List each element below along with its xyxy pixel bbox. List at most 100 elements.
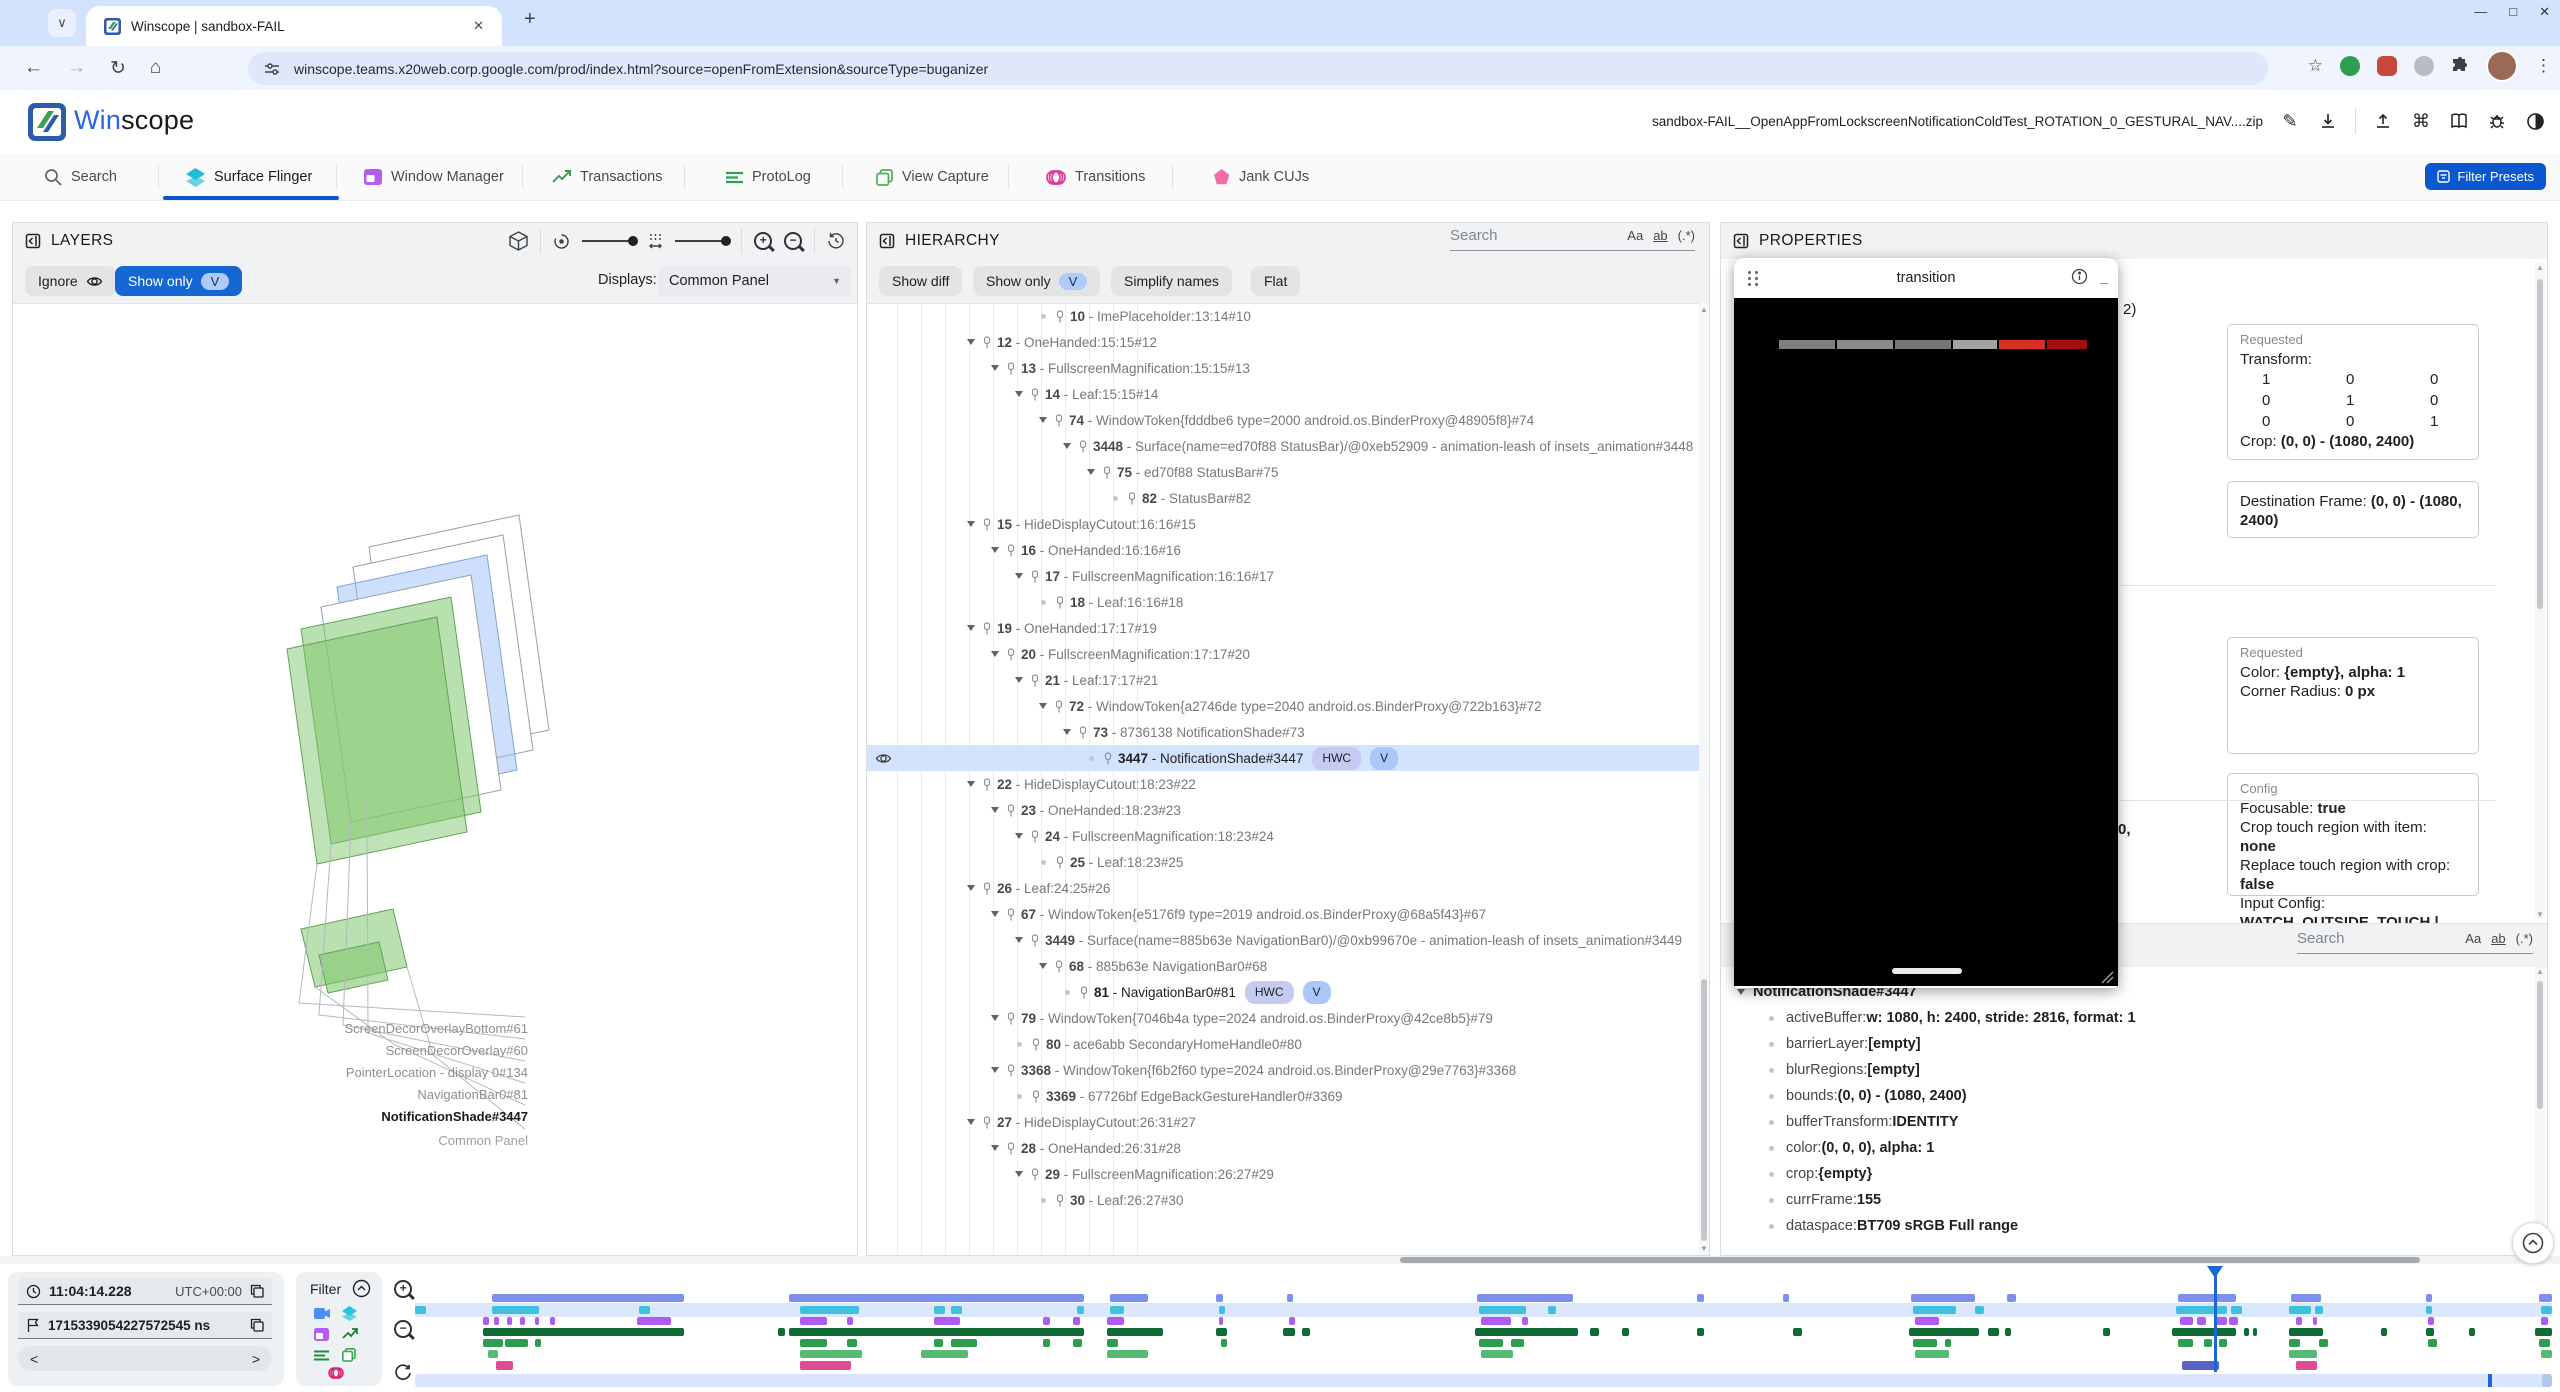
spacing-slider[interactable]	[675, 240, 729, 242]
view-capture-event[interactable]	[488, 1350, 499, 1358]
window-manager-event[interactable]	[483, 1317, 488, 1325]
pin-icon[interactable]	[982, 622, 997, 635]
tree-row-23[interactable]: 23 - OneHanded:18:23#23	[867, 797, 1709, 823]
match-case-toggle[interactable]: Aa	[2465, 931, 2481, 946]
properties-search[interactable]: Search Aaab(.*)	[2297, 930, 2533, 954]
transition-window-header[interactable]: transition _	[1734, 258, 2118, 298]
pin-icon[interactable]	[1102, 466, 1117, 479]
property-row-barrierLayer[interactable]: barrierLayer: [empty]	[1769, 1031, 2547, 1057]
zoom-out-icon[interactable]: −	[784, 232, 802, 250]
transition-overlay-window[interactable]: transition _	[1734, 258, 2118, 988]
trace-tab-search[interactable]: Search	[44, 154, 117, 200]
transactions-event[interactable]	[2426, 1328, 2435, 1336]
window-manager-event[interactable]	[637, 1317, 671, 1325]
window-maximize-icon[interactable]: □	[2509, 4, 2517, 20]
collapse-panel-icon[interactable]	[25, 233, 41, 249]
window-manager-event[interactable]	[2229, 1317, 2238, 1325]
transitions-event[interactable]	[496, 1361, 513, 1370]
next-frame-button[interactable]: >	[252, 1351, 260, 1367]
regex-toggle[interactable]: (.*)	[2516, 931, 2533, 946]
screen-recording-event[interactable]	[2178, 1294, 2236, 1302]
reset-view-icon[interactable]	[827, 232, 845, 250]
pin-icon[interactable]	[982, 1116, 997, 1129]
surface-flinger-trace-icon[interactable]	[342, 1306, 357, 1321]
tab-close-icon[interactable]: ✕	[467, 16, 490, 36]
surface-flinger-event[interactable]	[951, 1306, 962, 1314]
pin-icon[interactable]	[1006, 1142, 1021, 1155]
surface-flinger-event[interactable]	[1077, 1306, 1083, 1314]
browser-menu-icon[interactable]: ⋮	[2535, 56, 2552, 76]
back-icon[interactable]: ←	[24, 57, 43, 79]
tree-row-82[interactable]: 82 - StatusBar#82	[867, 485, 1709, 511]
layers-3d-canvas[interactable]: ScreenDecorOverlayBottom#61ScreenDecorOv…	[13, 303, 857, 1255]
search-options[interactable]: Aaab(.*)	[1627, 228, 1695, 243]
show-only-chip[interactable]: Show only V	[115, 266, 242, 296]
regex-toggle[interactable]: (.*)	[1678, 228, 1695, 243]
pin-icon[interactable]	[1006, 1012, 1021, 1025]
tree-row-67[interactable]: 67 - WindowToken{e5176f9 type=2019 andro…	[867, 901, 1709, 927]
transactions-event[interactable]	[2103, 1328, 2109, 1336]
transitions-dispatch-event[interactable]	[2182, 1361, 2218, 1370]
surface-flinger-event[interactable]	[2176, 1306, 2227, 1314]
trace-tab-jank-cujs[interactable]: Jank CUJs	[1214, 154, 1309, 200]
bookmark-star-icon[interactable]: ☆	[2308, 56, 2323, 76]
surface-flinger-event[interactable]	[2231, 1306, 2242, 1314]
expand-arrow-icon[interactable]	[1015, 573, 1023, 579]
nanosecond-time-input[interactable]: 1715339054227572545 ns	[18, 1312, 272, 1339]
resize-handle-icon[interactable]	[2100, 970, 2114, 984]
view-capture-event[interactable]	[921, 1350, 968, 1358]
transactions-event[interactable]	[1697, 1328, 1703, 1336]
properties-tree-scrollbar[interactable]: ▲	[2535, 967, 2545, 1255]
home-icon[interactable]: ⌂	[150, 57, 161, 79]
extensions-puzzle-icon[interactable]	[2451, 57, 2469, 75]
screen-recording-event[interactable]	[1216, 1294, 1222, 1302]
transactions-event[interactable]	[2469, 1328, 2475, 1336]
displays-select[interactable]: Common Panel ▼	[659, 266, 851, 296]
view-capture-trace-icon[interactable]	[342, 1348, 356, 1362]
protolog-event[interactable]	[951, 1339, 977, 1347]
tree-row-25[interactable]: 25 - Leaf:18:23#25	[867, 849, 1709, 875]
tree-row-26[interactable]: 26 - Leaf:24:25#26	[867, 875, 1709, 901]
transactions-event[interactable]	[1988, 1328, 1999, 1336]
surface-flinger-event[interactable]	[1913, 1306, 1956, 1314]
view-capture-event[interactable]	[1107, 1350, 1148, 1358]
expand-arrow-icon[interactable]	[991, 547, 999, 553]
expand-arrow-icon[interactable]	[967, 781, 975, 787]
expand-arrow-icon[interactable]	[991, 1015, 999, 1021]
tree-row-24[interactable]: 24 - FullscreenMagnification:18:23#24	[867, 823, 1709, 849]
previous-frame-button[interactable]: <	[30, 1351, 38, 1367]
pin-icon[interactable]	[1078, 440, 1093, 453]
rotation-icon[interactable]	[553, 233, 570, 250]
window-manager-event[interactable]	[847, 1317, 853, 1325]
pin-icon[interactable]	[1006, 908, 1021, 921]
filter-presets-button[interactable]: Filter Presets	[2425, 163, 2546, 190]
timeline-track[interactable]	[415, 1264, 2552, 1392]
rotation-slider[interactable]	[582, 240, 636, 242]
transactions-event[interactable]	[483, 1328, 684, 1336]
protolog-event[interactable]	[505, 1339, 529, 1347]
expand-arrow-icon[interactable]	[1015, 391, 1023, 397]
protolog-event[interactable]	[847, 1339, 858, 1347]
window-manager-event[interactable]	[1522, 1317, 1528, 1325]
pin-icon[interactable]	[982, 336, 997, 349]
pin-icon[interactable]	[1006, 804, 1021, 817]
tree-row-3449[interactable]: 3449 - Surface(name=885b63e NavigationBa…	[867, 927, 1709, 953]
window-manager-event[interactable]	[1219, 1317, 1223, 1325]
protolog-event[interactable]	[535, 1339, 541, 1347]
tree-row-3447[interactable]: 3447 - NotificationShade#3447HWCV	[867, 745, 1709, 771]
screen-recording-event[interactable]	[2426, 1294, 2432, 1302]
screen-recording-event[interactable]	[1697, 1294, 1703, 1302]
timeline-zoom-in-icon[interactable]: +	[394, 1280, 412, 1298]
tree-row-19[interactable]: 19 - OneHanded:17:17#19	[867, 615, 1709, 641]
tree-row-73[interactable]: 73 - 8736138 NotificationShade#73	[867, 719, 1709, 745]
expand-arrow-icon[interactable]	[967, 339, 975, 345]
tree-row-80[interactable]: 80 - ace6abb SecondaryHomeHandle0#80	[867, 1031, 1709, 1057]
pin-icon[interactable]	[1055, 596, 1070, 609]
surface-flinger-event[interactable]	[1975, 1306, 1984, 1314]
layer-label[interactable]: ScreenDecorOverlayBottom#61	[188, 1021, 528, 1036]
expand-arrow-icon[interactable]	[991, 651, 999, 657]
tree-row-29[interactable]: 29 - FullscreenMagnification:26:27#29	[867, 1161, 1709, 1187]
site-settings-icon[interactable]	[264, 61, 280, 77]
copy-icon[interactable]	[250, 1318, 264, 1332]
protolog-event[interactable]	[2428, 1339, 2437, 1347]
